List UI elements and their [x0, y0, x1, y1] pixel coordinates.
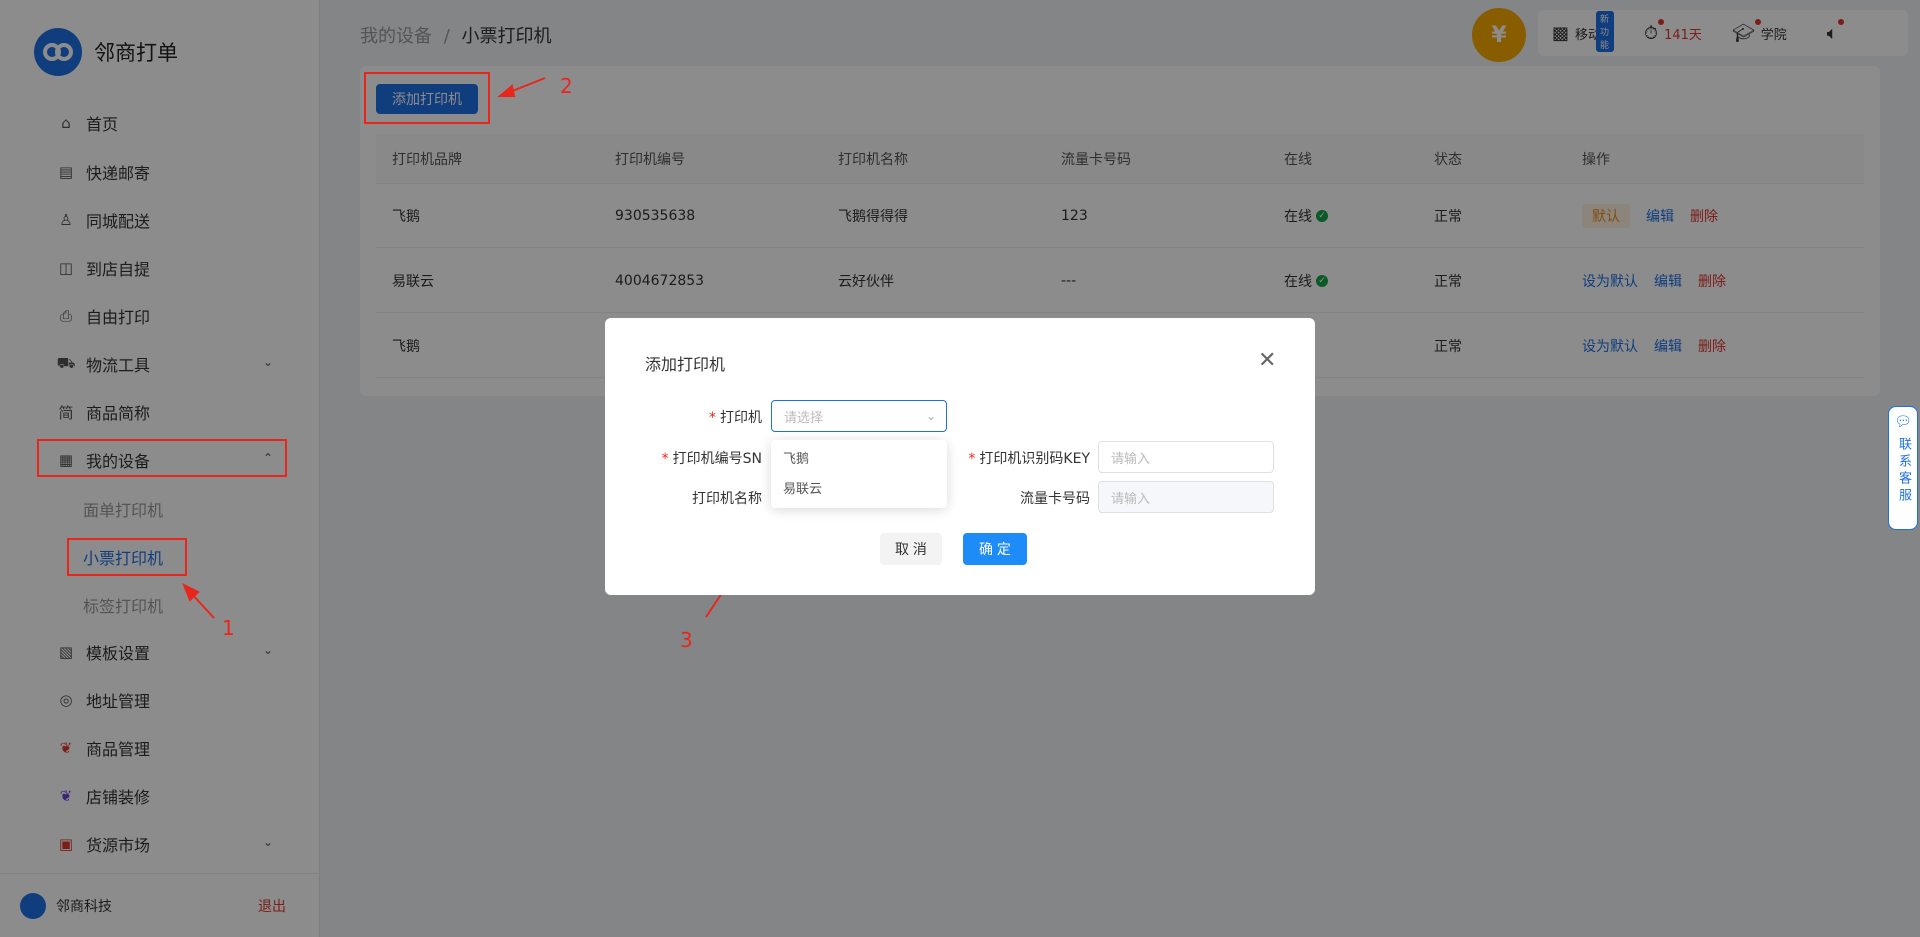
printer-label: * 打印机 — [709, 410, 762, 426]
card-input-placeholder: 请输入 — [1111, 491, 1151, 507]
card-input[interactable]: 请输入 — [1098, 481, 1274, 513]
sn-label: * 打印机编号SN — [661, 451, 762, 467]
chat-icon: 💬︎ — [1894, 414, 1912, 430]
chevron-down-icon: ⌄ — [925, 409, 936, 423]
highlight-receipt-printer — [67, 538, 187, 576]
dropdown-option-feie[interactable]: 飞鹅 — [783, 448, 809, 467]
annotation-label-3: 3 — [680, 628, 693, 652]
printer-dropdown: 飞鹅 易联云 — [771, 440, 947, 508]
highlight-add-button — [364, 72, 490, 124]
highlight-my-devices — [37, 439, 287, 477]
customer-service-label: 联系客服 — [1896, 437, 1911, 505]
close-icon[interactable]: ✕ — [1258, 348, 1276, 373]
key-input[interactable]: 请输入 — [1098, 441, 1274, 473]
confirm-button[interactable]: 确 定 — [963, 533, 1027, 565]
dialog-title: 添加打印机 — [645, 355, 726, 374]
printer-select[interactable]: 请选择 ⌄ — [771, 400, 947, 432]
annotation-label-2: 2 — [560, 74, 573, 98]
key-input-placeholder: 请输入 — [1111, 451, 1151, 467]
cancel-button[interactable]: 取 消 — [880, 533, 942, 565]
customer-service-tab[interactable]: 💬︎ 联系客服 — [1888, 406, 1918, 530]
card-label: 流量卡号码 — [1020, 491, 1090, 507]
annotation-label-1: 1 — [222, 616, 235, 640]
dropdown-option-yilianyun[interactable]: 易联云 — [783, 478, 822, 497]
printer-select-placeholder: 请选择 — [784, 410, 824, 426]
name-label: 打印机名称 — [692, 491, 762, 507]
key-label: * 打印机识别码KEY — [968, 451, 1090, 467]
